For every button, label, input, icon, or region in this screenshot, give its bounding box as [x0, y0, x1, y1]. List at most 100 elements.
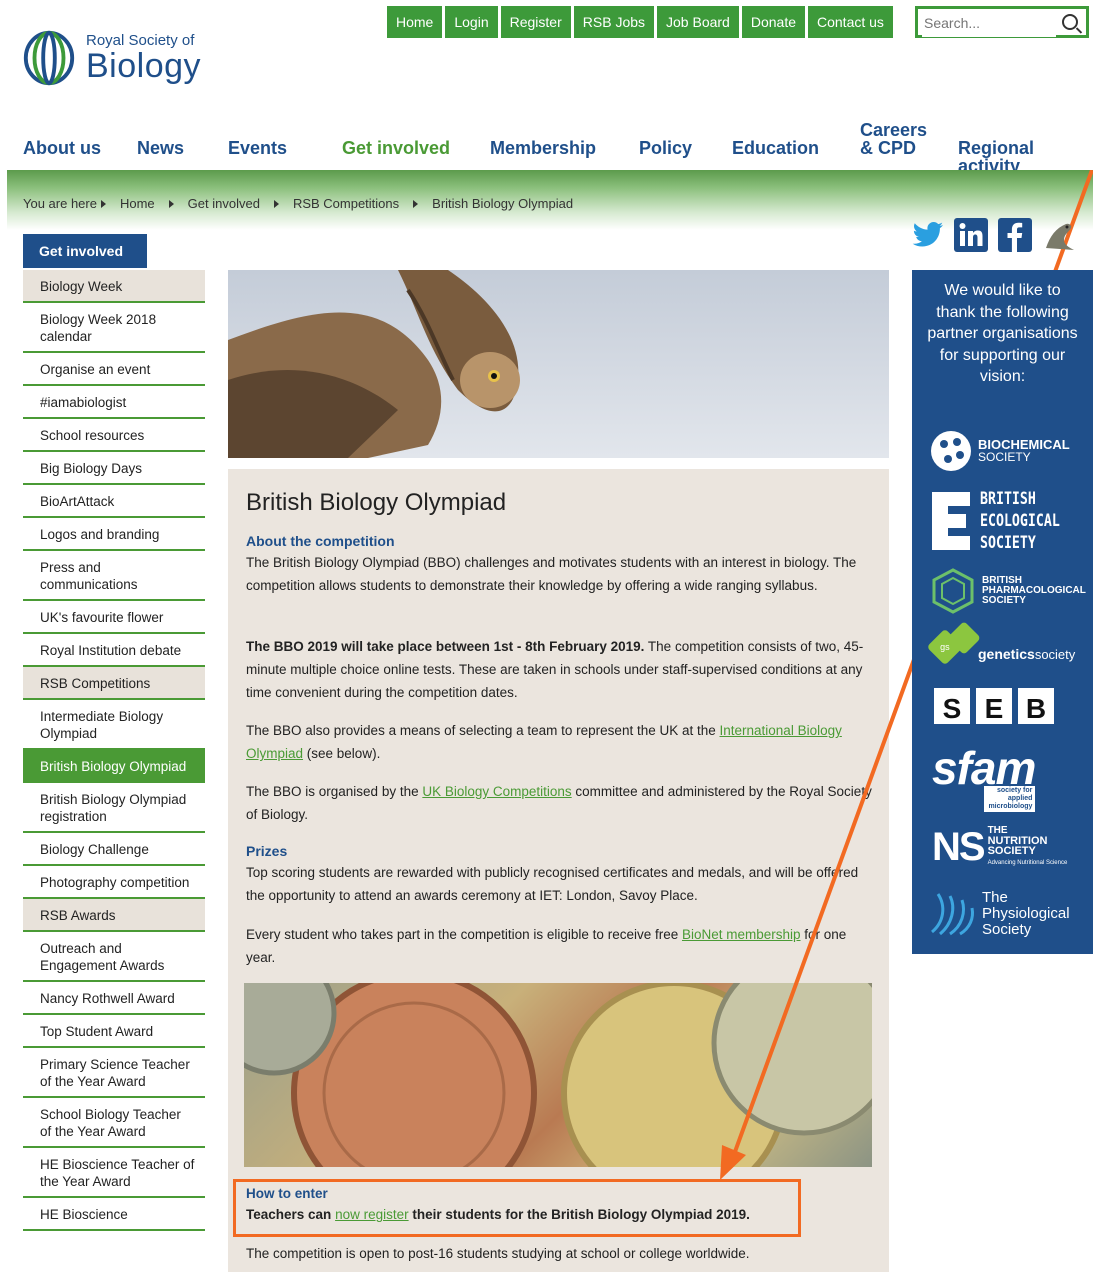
phys-line-2: Physiological [982, 905, 1070, 922]
breadcrumb-arrow-icon [168, 199, 174, 208]
bes-line-2: ECOLOGICAL [980, 511, 1060, 531]
careers-line-2: & CPD [860, 138, 917, 158]
sidebar-item-logos-and-branding[interactable]: Logos and branding [23, 518, 205, 551]
utility-nav: Home Login Register RSB Jobs Job Board D… [387, 6, 893, 38]
sidebar-nav: Biology Week Biology Week 2018 calendar Or… [23, 270, 205, 1231]
search-input[interactable] [922, 9, 1056, 37]
page-title: British Biology Olympiad [246, 489, 507, 516]
breadcrumb-rsb-competitions[interactable]: RSB Competitions [293, 196, 399, 211]
genetics-society-logo[interactable]: gs geneticssociety [926, 621, 1075, 666]
british-pharmacological-society-logo[interactable]: BRITISH PHARMACOLOGICAL SOCIETY [930, 568, 1086, 614]
mainnav-get-involved[interactable]: Get involved [342, 139, 450, 157]
physiological-society-waves-icon [930, 893, 974, 936]
mainnav-about-us[interactable]: About us [23, 139, 101, 157]
breadcrumb-get-involved[interactable]: Get involved [188, 196, 260, 211]
bes-line-3: SOCIETY [980, 533, 1036, 553]
sidebar-item-primary-science-teacher-of-the-year-award[interactable]: Primary Science Teacher of the Year Awar… [23, 1048, 205, 1098]
nav-donate-button[interactable]: Donate [741, 6, 805, 38]
breadcrumb-current: British Biology Olympiad [432, 196, 574, 211]
seb-logo[interactable]: S E B [934, 688, 1054, 724]
bird-logo-icon[interactable] [1042, 218, 1076, 252]
sidebar-item-he-bioscience[interactable]: HE Bioscience [23, 1198, 205, 1231]
mainnav-membership[interactable]: Membership [490, 139, 596, 157]
mainnav-news[interactable]: News [137, 139, 184, 157]
careers-line-1: Careers [860, 120, 928, 140]
selection-pre: The BBO also provides a means of selecti… [246, 723, 720, 738]
sidebar-item-uk-s-favourite-flower[interactable]: UK's favourite flower [23, 601, 205, 634]
partner-panel: We would like to thank the following par… [912, 270, 1093, 954]
sfam-tag-1: society for [996, 787, 1033, 794]
sfam-tag-2: applied microbiology [988, 795, 1033, 810]
facebook-icon[interactable] [998, 218, 1032, 252]
ns-tagline: Advancing Nutritional Science [987, 860, 1068, 866]
mainnav-events[interactable]: Events [228, 139, 287, 157]
main-nav: About us News Events Get involved Member… [0, 118, 1093, 175]
partner-intro: We would like to thank the following par… [927, 282, 1078, 385]
bionet-pre: Every student who takes part in the comp… [246, 927, 682, 942]
sidebar-item-organise-an-event[interactable]: Organise an event [23, 353, 205, 386]
site-logo[interactable]: Royal Society of Biology [20, 28, 201, 88]
linkedin-icon[interactable] [954, 218, 988, 252]
sidebar-item-bioartattack[interactable]: BioArtAttack [23, 485, 205, 518]
biochemical-society-logo[interactable]: BIOCHEMICAL SOCIETY [930, 430, 1070, 472]
breadcrumb-arrow-icon [413, 199, 419, 208]
physiological-society-logo[interactable]: The Physiological Society [930, 890, 1070, 938]
sidebar-item-top-student-award[interactable]: Top Student Award [23, 1015, 205, 1048]
sidebar-item-outreach-and-engagement-awards[interactable]: Outreach and Engagement Awards [23, 932, 205, 982]
mainnav-policy[interactable]: Policy [639, 139, 692, 157]
nav-contact-button[interactable]: Contact us [808, 6, 893, 38]
logo-wordmark: Royal Society of Biology [86, 33, 202, 85]
mainnav-education[interactable]: Education [732, 139, 819, 157]
sidebar-item-he-bioscience-teacher-of-the-year-award[interactable]: HE Bioscience Teacher of the Year Award [23, 1148, 205, 1198]
biochemical-society-icon [931, 431, 971, 471]
bps-hexagon-icon [932, 568, 974, 614]
breadcrumb: You are here Home Get involved RSB Compe… [23, 196, 587, 211]
sidebar-item-british-biology-olympiad-registration[interactable]: British Biology Olympiad registration [23, 783, 205, 833]
sidebar-item-iamabiologist[interactable]: #iamabiologist [23, 386, 205, 419]
sidebar-item-biology-challenge[interactable]: Biology Challenge [23, 833, 205, 866]
british-ecological-society-logo[interactable]: BRITISH ECOLOGICAL SOCIETY [930, 488, 1082, 554]
sidebar-item-big-biology-days[interactable]: Big Biology Days [23, 452, 205, 485]
bes-e-icon [932, 492, 970, 550]
biochem-line-2: SOCIETY [978, 450, 1031, 464]
sidebar-item-school-biology-teacher-of-the-year-award[interactable]: School Biology Teacher of the Year Award [23, 1098, 205, 1148]
breadcrumb-arrow-icon [100, 199, 106, 208]
sidebar-item-photography-competition[interactable]: Photography competition [23, 866, 205, 899]
genetics-word: genetics [978, 646, 1035, 662]
breadcrumb-home[interactable]: Home [120, 196, 155, 211]
search-box [915, 6, 1089, 38]
sfam-logo[interactable]: sfam society for applied microbiology [932, 744, 1036, 812]
seb-e: E [976, 688, 1012, 724]
sidebar-item-biology-week[interactable]: Biology Week [23, 270, 205, 303]
nav-job-board-button[interactable]: Job Board [657, 6, 739, 38]
sidebar-item-british-biology-olympiad[interactable]: British Biology Olympiad [23, 750, 205, 783]
sidebar-item-intermediate-biology-olympiad[interactable]: Intermediate Biology Olympiad [23, 700, 205, 750]
nav-register-button[interactable]: Register [500, 6, 571, 38]
social-links [912, 218, 1076, 252]
phys-line-3: Society [982, 921, 1032, 938]
nav-login-button[interactable]: Login [445, 6, 498, 38]
seb-b: B [1018, 688, 1054, 724]
organised-pre: The BBO is organised by the [246, 784, 423, 799]
sidebar-item-press-and-communications[interactable]: Press and communications [23, 551, 205, 601]
search-icon[interactable] [1062, 14, 1078, 30]
nutrition-society-logo[interactable]: NS THE NUTRITION SOCIETY Advancing Nutri… [932, 826, 1068, 869]
bps-line-3: SOCIETY [982, 595, 1026, 606]
sidebar-title[interactable]: Get involved [23, 234, 147, 268]
selection-post: (see below). [303, 746, 381, 761]
breadcrumb-arrow-icon [273, 199, 279, 208]
twitter-icon[interactable] [912, 221, 944, 249]
sidebar-item-school-resources[interactable]: School resources [23, 419, 205, 452]
logo-line-2: Biology [86, 47, 202, 85]
sidebar-item-biology-week-2018-calendar[interactable]: Biology Week 2018 calendar [23, 303, 205, 353]
sidebar-item-rsb-awards[interactable]: RSB Awards [23, 899, 205, 932]
mainnav-careers-cpd[interactable]: Careers & CPD [860, 121, 927, 157]
ns-line-3: SOCIETY [987, 845, 1036, 857]
nav-rsb-jobs-button[interactable]: RSB Jobs [573, 6, 655, 38]
seb-s: S [934, 688, 970, 724]
sidebar-item-nancy-rothwell-award[interactable]: Nancy Rothwell Award [23, 982, 205, 1015]
sidebar-item-rsb-competitions[interactable]: RSB Competitions [23, 667, 205, 700]
nav-home-button[interactable]: Home [387, 6, 443, 38]
uk-biology-competitions-link[interactable]: UK Biology Competitions [422, 784, 571, 799]
sidebar-item-royal-institution-debate[interactable]: Royal Institution debate [23, 634, 205, 667]
